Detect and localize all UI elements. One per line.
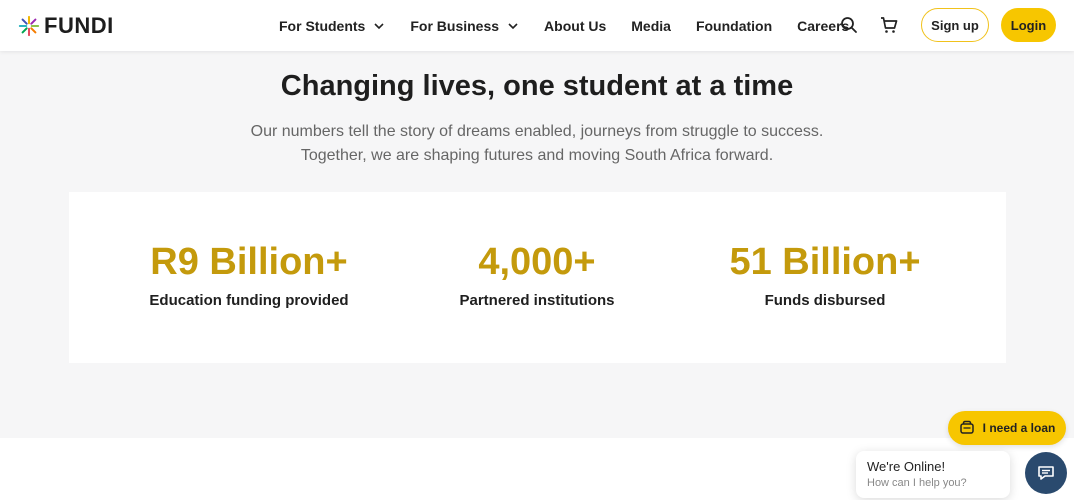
nav-item-about-us[interactable]: About Us (544, 18, 606, 34)
stat-value: R9 Billion+ (150, 241, 348, 283)
nav-label: Foundation (695, 17, 773, 34)
stat-disbursed: 51 Billion+ Funds disbursed (685, 240, 965, 309)
nav-label: For Students (279, 17, 366, 34)
nav-item-media[interactable]: Media (631, 18, 671, 34)
nav-item-foundation[interactable]: Foundation (696, 18, 772, 34)
stat-value: 4,000+ (478, 241, 596, 283)
nav-label: For Business (410, 17, 500, 34)
chat-subtitle: How can I help you? (867, 477, 967, 489)
wallet-icon (959, 420, 974, 434)
search-icon[interactable] (839, 15, 859, 35)
logo[interactable]: FUNDI (18, 13, 114, 39)
chat-button[interactable] (1025, 452, 1067, 494)
section-title: Changing lives, one student at a time (280, 70, 794, 102)
stats-card: R9 Billion+ Education funding provided 4… (69, 192, 1006, 363)
nav-label: Media (631, 17, 671, 34)
stat-label: Education funding provided (149, 292, 349, 309)
cart-icon[interactable] (879, 15, 899, 35)
logo-text: FUNDI (44, 13, 114, 38)
chevron-down-icon (374, 22, 384, 29)
section-subtitle: Our numbers tell the story of dreams ena… (250, 123, 824, 164)
stat-funding: R9 Billion+ Education funding provided (109, 240, 389, 309)
nav-item-for-students[interactable]: For Students (279, 18, 385, 34)
stat-label: Partnered institutions (459, 292, 615, 309)
stat-institutions: 4,000+ Partnered institutions (397, 240, 677, 309)
login-button[interactable]: Login (1001, 8, 1056, 42)
need-loan-button[interactable]: I need a loan (948, 411, 1066, 445)
fundi-logo-icon (18, 15, 40, 37)
loan-label: I need a loan (982, 421, 1056, 435)
chat-title: We're Online! (867, 459, 946, 474)
nav-item-for-business[interactable]: For Business (410, 18, 519, 34)
site-header: FUNDI For Students For Business About Us… (0, 0, 1074, 51)
stat-value: 51 Billion+ (729, 241, 921, 283)
main-nav: For Students For Business About Us Media… (279, 0, 874, 51)
chevron-down-icon (508, 22, 518, 29)
nav-label: About Us (544, 17, 607, 34)
sign-up-button[interactable]: Sign up (921, 8, 989, 42)
chat-icon (1038, 466, 1054, 480)
stat-label: Funds disbursed (764, 292, 886, 309)
chat-greeting[interactable]: We're Online! How can I help you? (856, 451, 1010, 498)
